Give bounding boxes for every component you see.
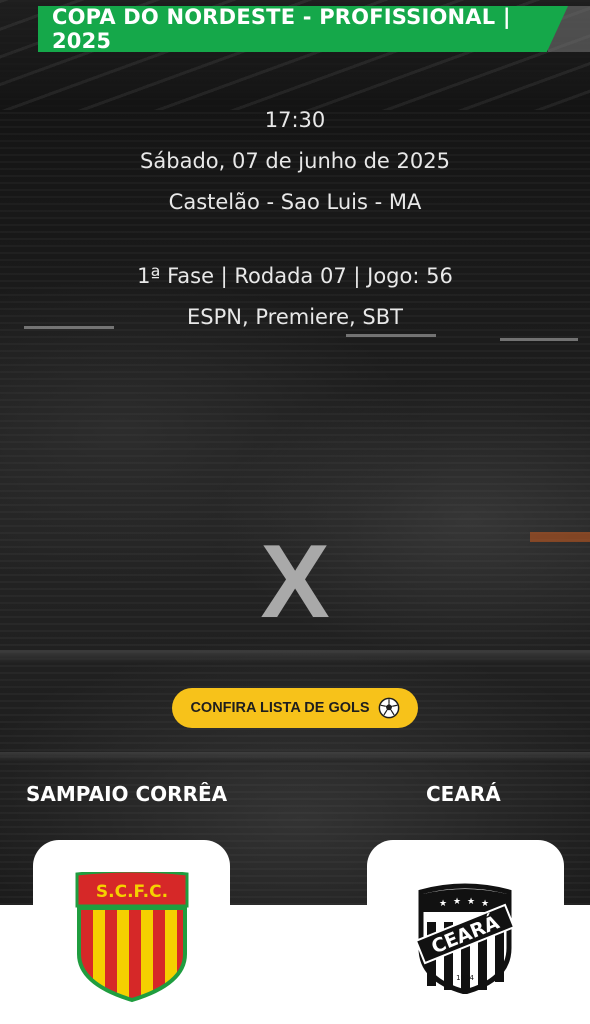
crest-star: ★ [467,897,475,907]
stadium-light [346,334,436,337]
sampaio-correa-crest: S.C.F.C. [75,872,189,1003]
match-page: COPA DO NORDESTE - PROFISSIONAL | 2025 1… [0,0,590,1024]
crest-year: 1914 [456,974,474,982]
crest-star: ★ [481,899,489,909]
goals-list-label: CONFIRA LISTA DE GOLS [190,700,370,716]
stadium-background [0,0,590,905]
crest-text: S.C.F.C. [96,882,168,902]
stadium-light [500,338,578,341]
crest-star: ★ [453,897,461,907]
match-broadcast: ESPN, Premiere, SBT [187,305,403,329]
match-venue: Castelão - Sao Luis - MA [168,190,422,214]
away-team-card[interactable]: ★ ★ ★ ★ CEARÁ 1914 [367,840,564,1024]
stadium-rail [0,752,590,762]
match-round: 1ª Fase | Rodada 07 | Jogo: 56 [137,264,453,288]
goals-list-button[interactable]: CONFIRA LISTA DE GOLS [172,688,418,728]
ceara-crest: ★ ★ ★ ★ CEARÁ 1914 [414,883,516,994]
soccer-ball-icon [378,697,399,719]
crest-star: ★ [439,899,447,909]
home-team-name[interactable]: SAMPAIO CORRÊA [26,782,227,806]
home-team-card[interactable]: S.C.F.C. [33,840,230,1024]
match-date: Sábado, 07 de junho de 2025 [140,149,450,173]
competition-banner: COPA DO NORDESTE - PROFISSIONAL | 2025 [38,6,568,52]
stadium-rail [0,650,590,664]
versus-mark: X [260,524,330,640]
match-time: 17:30 [264,108,326,132]
away-team-name[interactable]: CEARÁ [426,782,501,806]
